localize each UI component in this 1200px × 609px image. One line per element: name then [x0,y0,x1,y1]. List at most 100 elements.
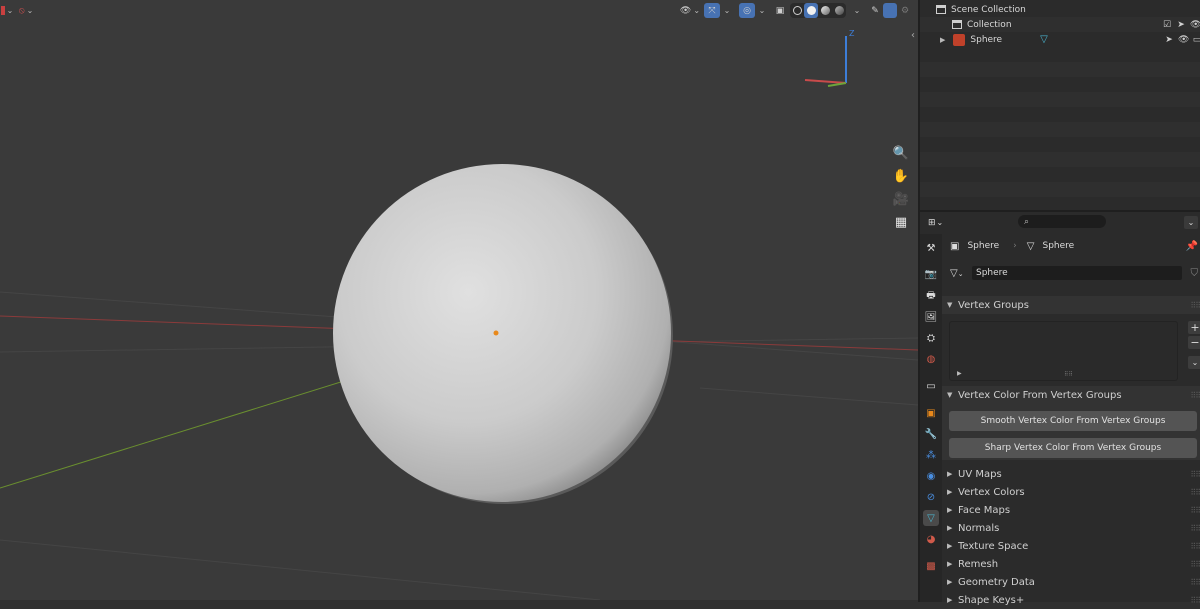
panel-title: UV Maps [958,468,1002,480]
panel-vertex-colors[interactable]: ▶ Vertex Colors ⠿⠿ [947,483,1200,501]
pan-button[interactable]: ✋ [891,166,911,186]
drag-grip-icon[interactable]: ⠿⠿ [1190,301,1200,310]
settings-button[interactable]: ⚙ [898,3,912,18]
viewport-scene[interactable]: Z [0,0,918,600]
mode-dropdown[interactable] [0,3,14,18]
outliner-empty-row [920,62,1200,77]
panel-shape-keys[interactable]: ▶ Shape Keys+ ⠿⠿ [947,591,1200,609]
snap-dropdown[interactable]: ⦸ [14,3,38,18]
drag-grip-icon[interactable]: ⠿⠿ [1190,391,1200,400]
shading-solid-icon [806,6,816,15]
tab-texture[interactable]: ▩ [923,558,939,574]
ortho-toggle-button[interactable]: ▦ [891,212,911,232]
world-icon: ◍ [926,353,936,365]
sphere-object[interactable] [333,164,671,502]
sidebar-toggle[interactable] [883,3,897,18]
mesh-data-icon[interactable]: ▽ [1040,34,1048,45]
list-filter-arrow-icon[interactable]: ▶ [957,370,962,377]
outliner-row-sphere[interactable]: ▶ Sphere ▽ ➤ 👁 ▭ ◙ [920,32,1200,47]
options-dropdown[interactable]: ⌄ [1184,216,1198,229]
camera-view-button[interactable]: 🎥 [891,189,911,209]
eye-icon[interactable]: 👁 [1190,20,1200,30]
xray-toggle[interactable]: ▣ [772,3,788,18]
tab-output[interactable]: 🖶 [923,288,939,304]
object-types-visibility-dropdown[interactable]: 👁 [678,3,702,18]
expand-arrow-icon[interactable]: ▶ [940,36,945,44]
gizmo-dropdown[interactable] [720,3,732,18]
panel-title: Normals [958,522,1000,534]
drag-grip-icon[interactable]: ⠿⠿ [1190,542,1200,551]
drag-grip-icon[interactable]: ⠿⠿ [1190,578,1200,587]
panel-uv-maps[interactable]: ▶ UV Maps ⠿⠿ [947,465,1200,483]
tab-object[interactable]: ▣ [923,405,939,421]
vertex-group-specials-dropdown[interactable]: ⌄ [1188,356,1200,369]
smooth-vertex-color-button[interactable]: Smooth Vertex Color From Vertex Groups [949,411,1197,431]
sharp-vertex-color-button[interactable]: Sharp Vertex Color From Vertex Groups [949,438,1197,458]
overlays-dropdown[interactable] [755,3,767,18]
collapsed-arrow-icon: ▶ [947,506,953,514]
shading-rendered-button[interactable] [832,3,846,18]
panel-vertex-groups[interactable]: ▼ Vertex Groups ⠿⠿ [947,296,1200,314]
panel-title: Texture Space [958,540,1029,552]
tab-collection[interactable]: ▭ [923,378,939,394]
drag-grip-icon[interactable]: ⠿⠿ [1190,506,1200,515]
object-icon: ▣ [926,407,936,419]
drag-grip-icon[interactable]: ⠿⠿ [1190,488,1200,497]
collapsed-arrow-icon: ▶ [947,560,953,568]
tab-world[interactable]: ◍ [923,351,939,367]
tab-material[interactable]: ◕ [923,531,939,547]
panel-texture-space[interactable]: ▶ Texture Space ⠿⠿ [947,537,1200,555]
fake-user-shield-icon[interactable]: ⛉ [1191,268,1199,279]
panel-face-maps[interactable]: ▶ Face Maps ⠿⠿ [947,501,1200,519]
tab-particles[interactable]: ⁂ [923,447,939,463]
shading-solid-button[interactable] [804,3,818,18]
add-vertex-group-button[interactable]: + [1188,321,1200,334]
viewer-node-toggle[interactable]: ✎ [868,3,882,18]
monitor-icon[interactable]: ▭ [1192,35,1200,45]
tab-scene[interactable]: ⛭ [923,330,939,346]
eye-icon[interactable]: 👁 [1178,35,1189,45]
collapse-left-icon[interactable]: ‹ [911,30,915,41]
3d-viewport[interactable]: Z ⦸ 👁 ⤧ ◎ ▣ ✎ ⚙ ‹ 🔍 ✋ 🎥 ▦ [0,0,918,600]
drag-grip-icon[interactable]: ⠿⠿ [1190,470,1200,479]
drag-grip-icon[interactable]: ⠿⠿ [1190,560,1200,569]
shading-wireframe-button[interactable] [790,3,804,18]
show-gizmo-toggle[interactable]: ⤧ [704,3,720,18]
panel-vertex-color-from-groups[interactable]: ▼ Vertex Color From Vertex Groups ⠿⠿ [947,386,1200,404]
select-cursor-icon[interactable]: ➤ [1164,35,1174,45]
properties-search-input[interactable]: ⌕ [1018,215,1106,228]
shading-material-button[interactable] [818,3,832,18]
tab-view-layer[interactable]: 🖼 [923,309,939,325]
camera-view-icon: 🎥 [892,191,910,207]
select-cursor-icon[interactable]: ➤ [1176,20,1186,30]
tab-tool[interactable]: ⚒ [923,240,939,256]
collection-icon [952,20,962,29]
drag-grip-icon[interactable]: ⠿⠿ [1190,596,1200,605]
tab-modifiers[interactable]: 🔧 [923,426,939,442]
tab-constraints[interactable]: ⊘ [923,489,939,505]
pin-icon[interactable]: 📌 [1186,241,1198,252]
outliner-row-scene-collection[interactable]: Scene Collection [920,2,1200,17]
drag-grip-icon[interactable]: ⠿⠿ [1190,524,1200,533]
panel-remesh[interactable]: ▶ Remesh ⠿⠿ [947,555,1200,573]
tab-physics[interactable]: ◉ [923,468,939,484]
show-overlays-toggle[interactable]: ◎ [739,3,755,18]
mesh-browse-dropdown[interactable]: ▽⌄ [950,268,964,279]
outliner: Scene Collection Collection ☑ ➤ 👁 ▭ ◙ ▶ … [918,0,1200,210]
editor-type-dropdown[interactable]: ⊞ ⌄ [928,216,950,229]
tab-render[interactable]: 📷 [923,266,939,282]
list-resize-handle-icon[interactable]: ⠿⠿ [1064,371,1073,378]
datablock-name-field[interactable]: Sphere [972,266,1182,280]
exclude-checkbox[interactable]: ☑ [1162,20,1172,30]
panel-geometry-data[interactable]: ▶ Geometry Data ⠿⠿ [947,573,1200,591]
zoom-button[interactable]: 🔍 [891,143,911,163]
panel-normals[interactable]: ▶ Normals ⠿⠿ [947,519,1200,537]
tab-data[interactable]: ▽ [923,510,939,526]
brush-icon: ✎ [871,5,879,16]
outliner-row-collection[interactable]: Collection ☑ ➤ 👁 ▭ ◙ [920,17,1200,32]
object-origin-dot [493,330,499,336]
remove-vertex-group-button[interactable]: − [1188,336,1200,349]
shading-dropdown[interactable] [850,3,862,18]
vertex-groups-list[interactable]: ▶ ⠿⠿ [949,321,1178,381]
panel-title: Geometry Data [958,576,1035,588]
